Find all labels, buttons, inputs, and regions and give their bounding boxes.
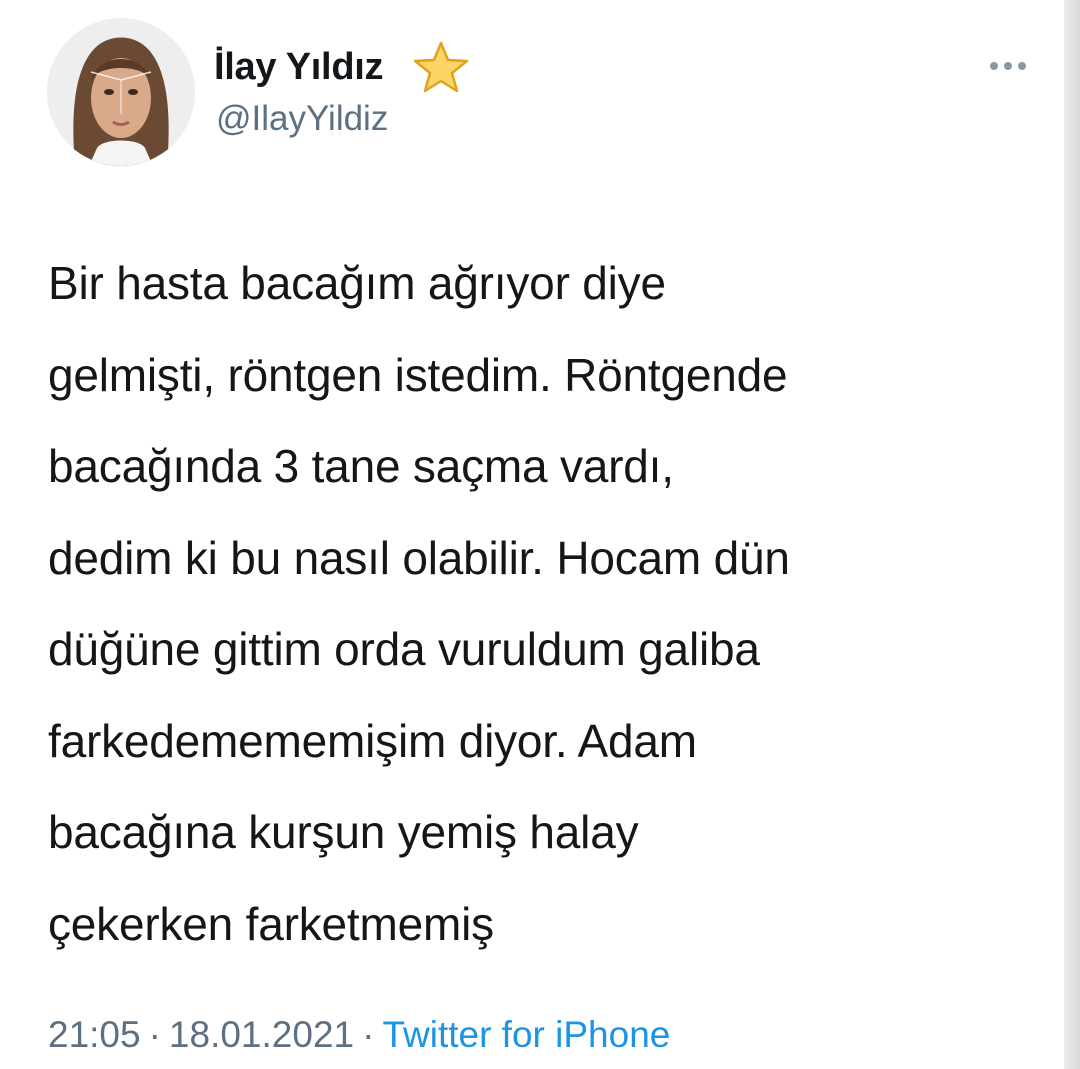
- tweet-text-line: dedim ki bu nasıl olabilir. Hocam dün: [48, 531, 790, 584]
- tweet-text-line: farkedemememişim diyor. Adam: [48, 714, 697, 767]
- tweet-text-line: bacağına kurşun yemiş halay: [48, 806, 639, 858]
- more-icon[interactable]: [986, 56, 1030, 76]
- tweet-date[interactable]: 18.01.2021: [169, 1014, 354, 1055]
- tweet-time[interactable]: 21:05: [48, 1014, 141, 1055]
- tweet-text-line: çekerken farketmemiş: [48, 897, 494, 950]
- user-handle[interactable]: @IlayYildiz: [216, 97, 388, 141]
- tweet-text-line: Bir hasta bacağım ağrıyor diye: [48, 257, 666, 309]
- screen-edge: [1064, 0, 1080, 1069]
- tweet-text: Bir hasta bacağım ağrıyor diye gelmişti,…: [48, 238, 1038, 970]
- tweet-text-line: düğüne gittim orda vuruldum galiba: [48, 623, 760, 675]
- tweet-source-link[interactable]: Twitter for iPhone: [382, 1014, 670, 1055]
- display-name[interactable]: İlay Yıldız: [214, 44, 383, 90]
- tweet-meta: 21:05 · 18.01.2021 · Twitter for iPhone: [48, 1012, 670, 1058]
- avatar[interactable]: [47, 18, 195, 166]
- meta-separator: ·: [148, 1014, 161, 1055]
- meta-separator: ·: [362, 1014, 375, 1055]
- tweet-text-line: gelmişti, röntgen istedim. Röntgende: [48, 348, 788, 401]
- tweet-text-line: bacağında 3 tane saçma vardı,: [48, 440, 674, 492]
- star-icon: [413, 41, 469, 93]
